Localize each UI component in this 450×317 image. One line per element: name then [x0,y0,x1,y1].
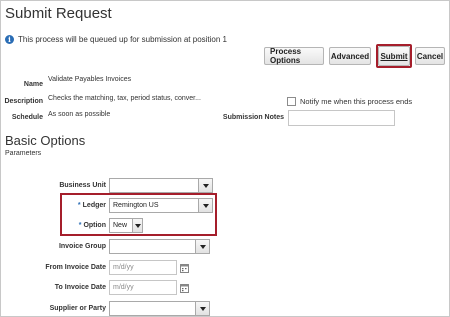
name-value: Validate Payables Invoices [48,76,132,83]
invoice-group-select[interactable] [109,239,210,254]
option-select[interactable]: New [109,218,143,233]
chevron-down-icon[interactable] [195,302,209,315]
description-label: Description [4,98,43,105]
chevron-down-icon[interactable] [198,199,212,212]
cancel-label: Cancel [416,51,444,61]
option-label-text: Option [83,222,106,229]
info-message: i This process will be queued up for sub… [5,35,227,44]
from-invoice-date-input[interactable]: m/d/yy [109,260,177,275]
page-title: Submit Request [5,5,112,22]
business-unit-select[interactable] [109,178,213,193]
chevron-down-icon[interactable] [195,240,209,253]
option-label: * Option [79,222,106,229]
required-marker: * [77,202,81,209]
process-options-label: Process Options [270,47,302,65]
name-label: Name [23,81,43,88]
chevron-down-icon[interactable] [198,179,212,192]
advanced-label: Advanced [330,51,370,61]
submit-button[interactable]: Submit [378,46,410,66]
supplier-or-party-label: Supplier or Party [49,305,106,312]
to-invoice-date-placeholder: m/d/yy [113,284,134,291]
business-unit-label: Business Unit [59,182,106,189]
notify-checkbox[interactable] [287,97,296,106]
calendar-icon[interactable] [180,283,190,293]
notify-label: Notify me when this process ends [300,97,413,106]
advanced-button[interactable]: Advanced [329,47,371,65]
process-options-button[interactable]: Process Options [264,47,324,65]
schedule-value: As soon as possible [48,111,111,118]
submit-label: Submit [380,51,408,61]
parameters-label: Parameters [5,150,42,157]
from-invoice-date-placeholder: m/d/yy [113,264,134,271]
info-icon: i [5,35,14,44]
basic-options-title: Basic Options [5,133,86,148]
schedule-label: Schedule [11,114,43,121]
info-message-text: This process will be queued up for submi… [18,35,227,44]
submission-notes-label: Submission Notes [222,114,284,121]
supplier-or-party-select[interactable] [109,301,210,316]
ledger-select[interactable]: Remington US [109,198,213,213]
description-value: Checks the matching, tax, period status,… [48,95,201,102]
ledger-value: Remington US [113,202,159,209]
required-marker: * [78,222,82,229]
invoice-group-label: Invoice Group [58,243,106,250]
option-value: New [113,222,128,229]
to-invoice-date-label: To Invoice Date [54,284,106,291]
ledger-label-text: Ledger [82,202,106,209]
to-invoice-date-input[interactable]: m/d/yy [109,280,177,295]
from-invoice-date-label: From Invoice Date [45,264,106,271]
chevron-down-icon[interactable] [132,219,142,232]
submit-highlight: Submit [376,44,412,68]
submission-notes-field[interactable] [288,110,395,126]
calendar-icon[interactable] [180,263,190,273]
cancel-button[interactable]: Cancel [415,47,445,65]
ledger-label: * Ledger [78,202,106,209]
